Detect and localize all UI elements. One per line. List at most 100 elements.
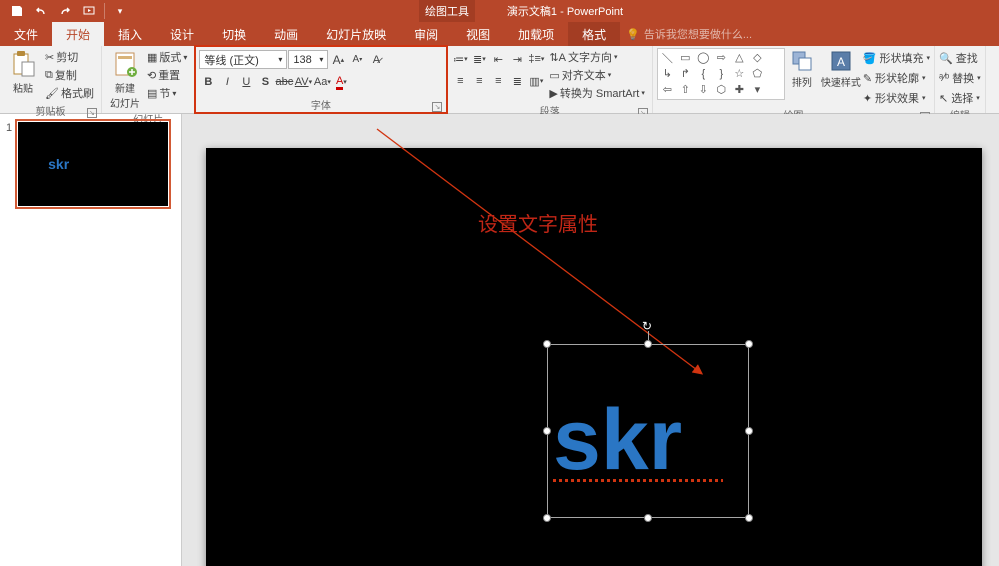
arrange-button[interactable]: 排列 xyxy=(785,48,819,89)
resize-handle[interactable] xyxy=(745,427,753,435)
font-color-icon[interactable]: A▾ xyxy=(332,73,350,91)
shape-star-icon[interactable]: ☆ xyxy=(731,66,748,81)
justify-icon[interactable]: ≣ xyxy=(508,72,526,90)
tell-me-search[interactable]: 💡 告诉我您想要做什么... xyxy=(620,22,752,46)
replace-button[interactable]: ᵃ⁄ᵇ替换▾ xyxy=(939,70,981,86)
reset-button[interactable]: ⟲重置 xyxy=(147,67,187,83)
shapes-gallery[interactable]: ＼ ▭ ◯ ⇨ △ ◇ ↳ ↱ { } ☆ ⬠ ⇦ ⇧ ⇩ ⬡ ✚ ▾ xyxy=(657,48,785,100)
font-name-combo[interactable]: 等线 (正文)▾ xyxy=(199,50,287,69)
shape-outline-button[interactable]: ✎形状轮廓▾ xyxy=(863,70,930,86)
shape-connector2-icon[interactable]: ↱ xyxy=(677,66,694,81)
tab-review[interactable]: 审阅 xyxy=(400,22,452,46)
resize-handle[interactable] xyxy=(644,514,652,522)
copy-icon: ⧉ xyxy=(45,69,53,82)
font-size-combo[interactable]: 138▾ xyxy=(288,50,328,69)
line-spacing-icon[interactable]: ‡≡▾ xyxy=(527,50,545,68)
shape-rect-icon[interactable]: ▭ xyxy=(677,50,694,65)
tab-transition[interactable]: 切换 xyxy=(208,22,260,46)
shape-line-icon[interactable]: ＼ xyxy=(659,50,676,65)
align-center-icon[interactable]: ≡ xyxy=(470,72,488,90)
slide[interactable]: 设置文字属性 skr xyxy=(206,148,982,566)
group-clipboard: 粘贴 ✂剪切 ⧉复制 🖌格式刷 剪贴板↘ xyxy=(0,46,102,113)
tab-animation[interactable]: 动画 xyxy=(260,22,312,46)
numbering-icon[interactable]: ≣▾ xyxy=(470,50,488,68)
shape-diamond-icon[interactable]: ◇ xyxy=(749,50,766,65)
align-left-icon[interactable]: ≡ xyxy=(451,72,469,90)
underline-icon[interactable]: U xyxy=(237,73,255,91)
align-right-icon[interactable]: ≡ xyxy=(489,72,507,90)
shape-arrow-down-icon[interactable]: ⇩ xyxy=(695,82,712,97)
quick-styles-button[interactable]: A 快速样式 xyxy=(819,48,863,89)
char-spacing-icon[interactable]: AV▾ xyxy=(294,73,312,91)
increase-indent-icon[interactable]: ⇥ xyxy=(508,50,526,68)
shape-connector-icon[interactable]: ↳ xyxy=(659,66,676,81)
convert-smartart-button[interactable]: ▶转换为 SmartArt▾ xyxy=(549,85,644,101)
align-text-button[interactable]: ▭对齐文本▾ xyxy=(549,67,644,83)
tab-home[interactable]: 开始 xyxy=(52,22,104,46)
shadow-icon[interactable]: S xyxy=(256,73,274,91)
decrease-indent-icon[interactable]: ⇤ xyxy=(489,50,507,68)
shape-hexagon-icon[interactable]: ⬡ xyxy=(713,82,730,97)
title-bar: ▾ 绘图工具 演示文稿1 - PowerPoint xyxy=(0,0,999,22)
shrink-font-icon[interactable]: A▾ xyxy=(348,51,366,69)
clear-formatting-icon[interactable]: A̷ xyxy=(367,51,385,69)
select-button[interactable]: ↖选择▾ xyxy=(939,90,981,106)
columns-icon[interactable]: ▥▾ xyxy=(527,72,545,90)
slide-thumbnail-1[interactable]: skr xyxy=(18,122,168,206)
text-direction-button[interactable]: ⇅A文字方向▾ xyxy=(549,49,644,65)
start-from-beginning-icon[interactable] xyxy=(78,1,100,21)
shape-plus-icon[interactable]: ✚ xyxy=(731,82,748,97)
rotation-handle-icon[interactable] xyxy=(642,319,654,331)
shape-more-icon[interactable]: ▾ xyxy=(749,82,766,97)
tab-format[interactable]: 格式 xyxy=(568,22,620,46)
resize-handle[interactable] xyxy=(543,514,551,522)
shape-fill-button[interactable]: 🪣形状填充▾ xyxy=(863,50,930,66)
dialog-launcher-icon[interactable]: ↘ xyxy=(432,102,442,112)
italic-icon[interactable]: I xyxy=(218,73,236,91)
shape-triangle-icon[interactable]: △ xyxy=(731,50,748,65)
paste-button[interactable]: 粘贴 xyxy=(4,48,42,95)
slide-canvas-area[interactable]: 设置文字属性 skr xyxy=(182,114,999,566)
resize-handle[interactable] xyxy=(543,427,551,435)
shape-arrow-icon[interactable]: ⇨ xyxy=(713,50,730,65)
customize-qat-icon[interactable]: ▾ xyxy=(109,1,131,21)
tab-view[interactable]: 视图 xyxy=(452,22,504,46)
shape-effects-button[interactable]: ✦形状效果▾ xyxy=(863,90,930,106)
tab-file[interactable]: 文件 xyxy=(0,22,52,46)
grow-font-icon[interactable]: A▴ xyxy=(329,51,347,69)
section-button[interactable]: ▤节▾ xyxy=(147,85,187,101)
tab-design[interactable]: 设计 xyxy=(156,22,208,46)
shape-arrow-up-icon[interactable]: ⇧ xyxy=(677,82,694,97)
cut-button[interactable]: ✂剪切 xyxy=(45,49,94,65)
resize-handle[interactable] xyxy=(543,340,551,348)
bullets-icon[interactable]: ≔▾ xyxy=(451,50,469,68)
textbox-content[interactable]: skr xyxy=(553,404,682,477)
dialog-launcher-icon[interactable]: ↘ xyxy=(87,108,97,118)
shape-callout-icon[interactable]: ⬠ xyxy=(749,66,766,81)
redo-icon[interactable] xyxy=(54,1,76,21)
shape-arrow-left-icon[interactable]: ⇦ xyxy=(659,82,676,97)
tab-addin[interactable]: 加载项 xyxy=(504,22,568,46)
layout-button[interactable]: ▦版式▾ xyxy=(147,49,187,65)
format-painter-button[interactable]: 🖌格式刷 xyxy=(45,85,94,101)
resize-handle[interactable] xyxy=(745,340,753,348)
change-case-icon[interactable]: Aa▾ xyxy=(313,73,331,91)
tab-insert[interactable]: 插入 xyxy=(104,22,156,46)
strikethrough-icon[interactable]: abc xyxy=(275,73,293,91)
new-slide-button[interactable]: 新建 幻灯片 xyxy=(106,48,144,110)
tab-slideshow[interactable]: 幻灯片放映 xyxy=(312,22,400,46)
outline-icon: ✎ xyxy=(863,72,872,85)
resize-handle[interactable] xyxy=(644,340,652,348)
find-button[interactable]: 🔍查找 xyxy=(939,50,981,66)
selected-textbox[interactable]: skr xyxy=(547,344,749,518)
resize-handle[interactable] xyxy=(745,514,753,522)
bold-icon[interactable]: B xyxy=(199,73,217,91)
smartart-icon: ▶ xyxy=(549,87,557,100)
undo-icon[interactable] xyxy=(30,1,52,21)
shape-lbrace-icon[interactable]: { xyxy=(695,66,712,81)
copy-button[interactable]: ⧉复制 xyxy=(45,67,94,83)
ribbon: 粘贴 ✂剪切 ⧉复制 🖌格式刷 剪贴板↘ 新建 幻灯片 ▦版式▾ ⟲重置 ▤节▾… xyxy=(0,46,999,114)
save-icon[interactable] xyxy=(6,1,28,21)
shape-rbrace-icon[interactable]: } xyxy=(713,66,730,81)
shape-oval-icon[interactable]: ◯ xyxy=(695,50,712,65)
